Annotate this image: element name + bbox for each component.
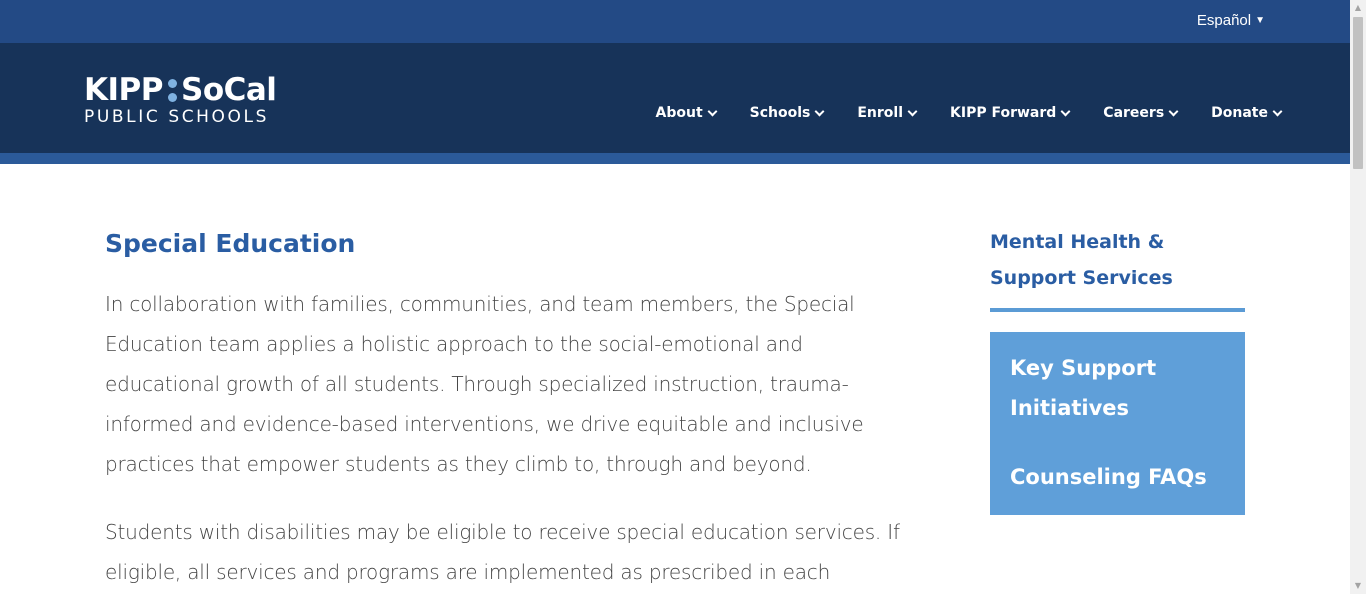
- nav-item-label: Enroll: [857, 105, 904, 121]
- sidebar-link-counseling-faqs[interactable]: Counseling FAQs: [1010, 457, 1225, 497]
- chevron-down-icon: [814, 106, 825, 117]
- nav-item-careers[interactable]: Careers: [1103, 105, 1179, 121]
- nav-item-label: KIPP Forward: [950, 105, 1057, 121]
- language-selector[interactable]: Español ▼: [1197, 12, 1265, 29]
- eligibility-paragraph: Students with disabilities may be eligib…: [105, 520, 900, 584]
- nav-item-about[interactable]: About: [655, 105, 718, 121]
- nav-item-enroll[interactable]: Enroll: [857, 105, 918, 121]
- vertical-scrollbar[interactable]: ▲ ▼: [1350, 0, 1366, 594]
- header-accent-stripe: [0, 153, 1350, 164]
- chevron-down-icon: [1060, 106, 1071, 117]
- main-content: Special Education In collaboration with …: [105, 226, 915, 592]
- chevron-down-icon: [1272, 106, 1283, 117]
- chevron-down-icon: [707, 106, 718, 117]
- top-utility-bar: Español ▼: [0, 0, 1350, 43]
- site-logo[interactable]: KIPP SoCal PUBLIC SCHOOLS: [84, 72, 277, 128]
- language-label: Español: [1196, 12, 1252, 29]
- sidebar-link-key-support-initiatives[interactable]: Key Support Initiatives: [1010, 348, 1225, 428]
- logo-wordmark: KIPP SoCal: [84, 72, 277, 108]
- chevron-down-icon: [1168, 106, 1179, 117]
- nav-item-label: Donate: [1211, 105, 1268, 121]
- sidebar-title-link[interactable]: Mental Health & Support Services: [990, 224, 1245, 296]
- nav-item-label: Careers: [1103, 105, 1165, 121]
- logo-kipp: KIPP: [84, 72, 164, 108]
- sidebar: Mental Health & Support Services Key Sup…: [990, 224, 1245, 515]
- chevron-down-icon: [907, 106, 918, 117]
- scroll-up-arrow-icon[interactable]: ▲: [1350, 0, 1366, 16]
- scroll-down-arrow-icon[interactable]: ▼: [1350, 578, 1366, 594]
- sidebar-divider: [990, 308, 1245, 312]
- nav-item-donate[interactable]: Donate: [1211, 105, 1283, 121]
- nav-item-label: Schools: [749, 105, 811, 121]
- logo-dots-icon: [168, 79, 177, 102]
- page-title: Special Education: [105, 229, 356, 258]
- main-nav: About Schools Enroll KIPP Forward Career…: [622, 105, 1283, 121]
- intro-paragraph: In collaboration with families, communit…: [105, 292, 864, 476]
- nav-item-schools[interactable]: Schools: [749, 105, 825, 121]
- logo-subtitle: PUBLIC SCHOOLS: [84, 107, 269, 127]
- sidebar-link-box: Key Support Initiatives Counseling FAQs: [990, 332, 1245, 515]
- logo-socal: SoCal: [181, 72, 277, 108]
- scrollbar-thumb[interactable]: [1353, 17, 1363, 169]
- nav-item-label: About: [655, 105, 703, 121]
- nav-item-kipp-forward[interactable]: KIPP Forward: [950, 105, 1071, 121]
- caret-down-icon: ▼: [1255, 15, 1265, 26]
